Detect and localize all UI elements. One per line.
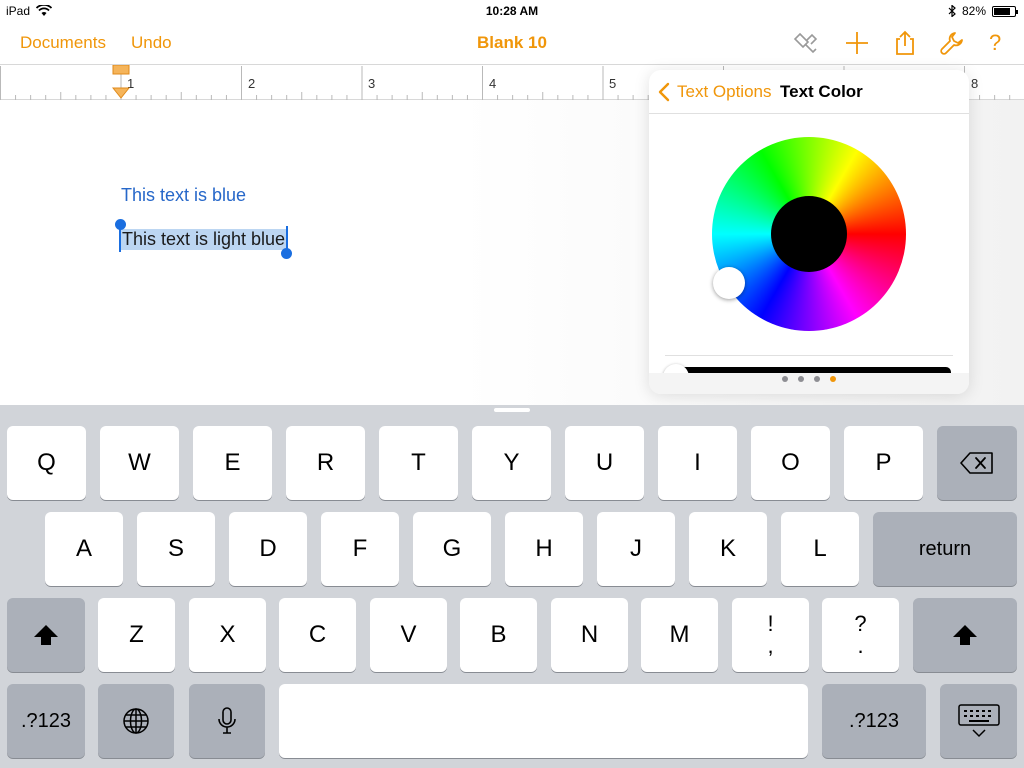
- key-top-glyph: ?: [854, 611, 867, 636]
- battery-fill: [994, 7, 1011, 15]
- page-dot[interactable]: [782, 376, 788, 382]
- key-h[interactable]: H: [505, 512, 583, 586]
- numbers-key-right[interactable]: .?123: [822, 684, 926, 758]
- plus-icon[interactable]: [844, 30, 870, 56]
- key-e[interactable]: E: [193, 426, 272, 500]
- key-z[interactable]: Z: [98, 598, 175, 672]
- popover-divider: [665, 355, 953, 356]
- documents-button[interactable]: Documents: [20, 33, 106, 53]
- key-b[interactable]: B: [460, 598, 537, 672]
- numbers-key-left[interactable]: .?123: [7, 684, 85, 758]
- back-button-label: Text Options: [677, 82, 772, 101]
- page-dot[interactable]: [798, 376, 804, 382]
- keyboard: Q W E R T Y U I O P A S D F G H J K L re…: [0, 405, 1024, 768]
- shift-key-left[interactable]: [7, 598, 85, 672]
- key-exclamation-comma[interactable]: !,: [732, 598, 809, 672]
- help-icon[interactable]: ?: [989, 30, 1001, 56]
- space-key[interactable]: [279, 684, 808, 758]
- key-o[interactable]: O: [751, 426, 830, 500]
- selected-color-swatch: [771, 196, 847, 272]
- share-icon[interactable]: [892, 30, 918, 56]
- toolbar: Documents Undo Blank 10 ?: [0, 22, 1024, 64]
- page-dot[interactable]: [830, 376, 836, 382]
- key-bottom-glyph: ,: [767, 633, 774, 658]
- return-key[interactable]: return: [873, 512, 1017, 586]
- keyboard-drag-handle[interactable]: [494, 408, 530, 412]
- document-title[interactable]: Blank 10: [477, 33, 547, 52]
- dismiss-keyboard-key[interactable]: [940, 684, 1017, 758]
- key-g[interactable]: G: [413, 512, 491, 586]
- clock: 10:28 AM: [485, 4, 539, 18]
- ruler-number: 4: [489, 76, 497, 91]
- ruler-number: 3: [368, 76, 376, 91]
- undo-button[interactable]: Undo: [131, 33, 172, 53]
- selection-end-handle[interactable]: [281, 248, 292, 259]
- selection-start-handle[interactable]: [115, 219, 126, 230]
- key-t[interactable]: T: [379, 426, 458, 500]
- paintbrush-icon[interactable]: [793, 30, 819, 56]
- page-dot[interactable]: [814, 376, 820, 382]
- popover-header: Text Options Text Color: [649, 70, 969, 114]
- key-j[interactable]: J: [597, 512, 675, 586]
- battery-icon: [992, 5, 1018, 17]
- shift-icon: [34, 625, 58, 645]
- indent-marker-icon[interactable]: [112, 65, 130, 99]
- key-q[interactable]: Q: [7, 426, 86, 500]
- key-s[interactable]: S: [137, 512, 215, 586]
- key-u[interactable]: U: [565, 426, 644, 500]
- dictation-key[interactable]: [189, 684, 265, 758]
- key-question-period[interactable]: ?.: [822, 598, 899, 672]
- key-bottom-glyph: .: [857, 633, 864, 658]
- microphone-icon: [218, 707, 236, 734]
- blue-text-line[interactable]: This text is blue: [121, 185, 246, 206]
- key-r[interactable]: R: [286, 426, 365, 500]
- text-color-popover: Text Options Text Color: [649, 70, 969, 394]
- selected-text-line[interactable]: This text is light blue: [121, 229, 287, 250]
- key-v[interactable]: V: [370, 598, 447, 672]
- key-n[interactable]: N: [551, 598, 628, 672]
- back-button[interactable]: Text Options: [657, 82, 772, 102]
- shift-icon: [953, 625, 977, 645]
- shift-key-right[interactable]: [913, 598, 1017, 672]
- key-i[interactable]: I: [658, 426, 737, 500]
- key-x[interactable]: X: [189, 598, 266, 672]
- ruler-number: 5: [609, 76, 617, 91]
- key-f[interactable]: F: [321, 512, 399, 586]
- key-k[interactable]: K: [689, 512, 767, 586]
- backspace-icon: [960, 452, 993, 474]
- globe-key[interactable]: [98, 684, 174, 758]
- battery-percent: 82%: [961, 4, 986, 18]
- key-d[interactable]: D: [229, 512, 307, 586]
- ruler-number: 2: [248, 76, 256, 91]
- key-a[interactable]: A: [45, 512, 123, 586]
- page-indicator[interactable]: [649, 376, 969, 382]
- ruler-number: 8: [971, 76, 979, 91]
- wrench-icon[interactable]: [939, 30, 965, 56]
- key-l[interactable]: L: [781, 512, 859, 586]
- keyboard-dismiss-icon: [957, 704, 1000, 738]
- bluetooth-icon: [948, 5, 956, 17]
- key-y[interactable]: Y: [472, 426, 551, 500]
- popover-title: Text Color: [780, 82, 863, 101]
- key-c[interactable]: C: [279, 598, 356, 672]
- status-bar: iPad 10:28 AM 82%: [0, 0, 1024, 22]
- color-wheel-handle[interactable]: [713, 267, 745, 299]
- backspace-key[interactable]: [937, 426, 1017, 500]
- chevron-left-icon: [658, 82, 670, 102]
- key-w[interactable]: W: [100, 426, 179, 500]
- globe-icon: [123, 708, 149, 734]
- key-m[interactable]: M: [641, 598, 718, 672]
- key-top-glyph: !: [767, 611, 774, 636]
- key-p[interactable]: P: [844, 426, 923, 500]
